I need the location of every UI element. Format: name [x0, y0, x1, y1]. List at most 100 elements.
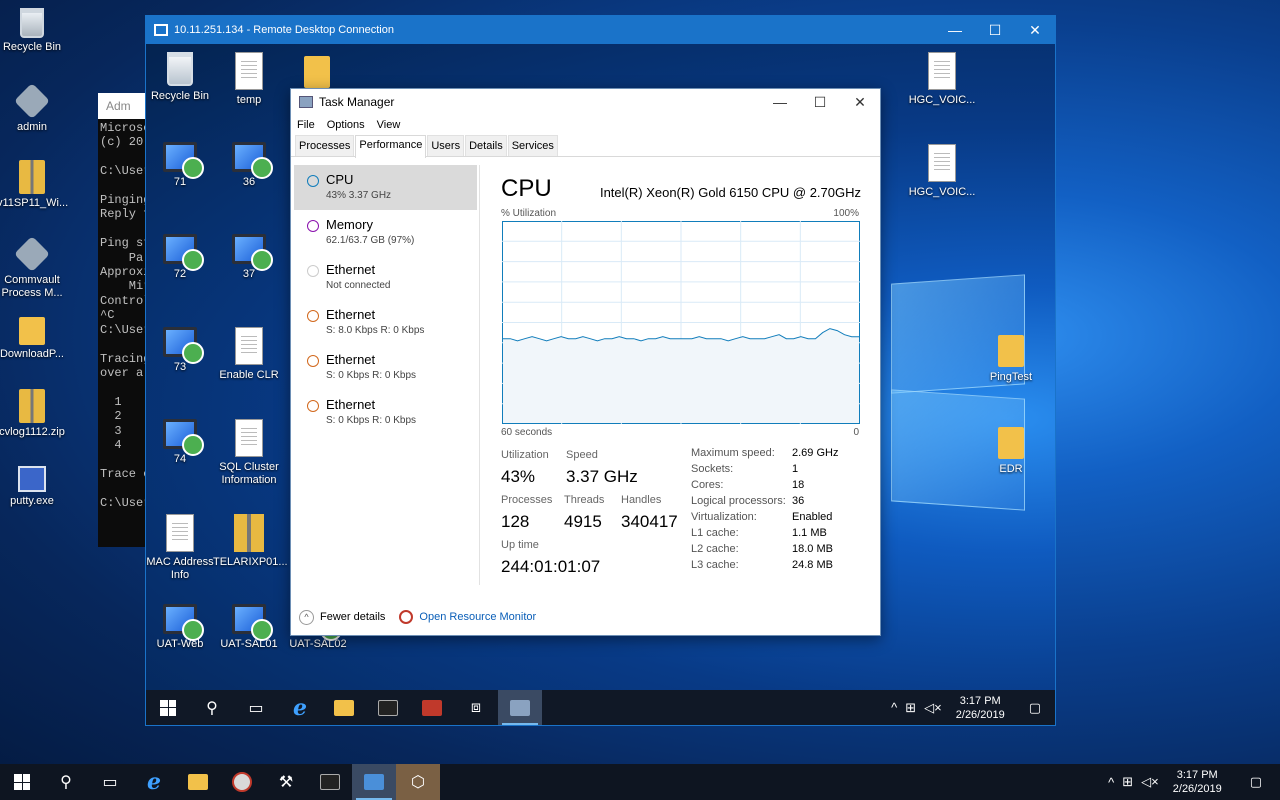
desktop-icon-cvlog[interactable]: cvlog1112.zip: [0, 389, 67, 439]
remote-icon-label: Enable CLR: [219, 369, 279, 381]
taskbar-file-explorer[interactable]: [176, 764, 220, 800]
remote-icon-enable-clr[interactable]: Enable CLR: [213, 327, 285, 382]
open-resource-monitor-link[interactable]: Open Resource Monitor: [419, 611, 536, 623]
folder-icon: [998, 427, 1024, 459]
minimize-button[interactable]: —: [760, 89, 800, 115]
taskbar-app-red[interactable]: [410, 690, 454, 725]
remote-icon-edr[interactable]: EDR: [975, 423, 1047, 476]
task-view-button[interactable]: ▭: [234, 690, 278, 725]
resource-detail: Not connected: [326, 280, 391, 291]
resource-ethernet-1[interactable]: Ethernet Not connected: [294, 255, 477, 300]
chevron-up-icon[interactable]: ^: [299, 609, 314, 625]
remote-icon-71[interactable]: 71: [146, 142, 216, 189]
close-button[interactable]: ✕: [840, 89, 880, 115]
network-status-icon[interactable]: ⊞: [901, 700, 920, 716]
taskbar-app-circle[interactable]: [220, 764, 264, 800]
taskbar-ie[interactable]: e: [278, 690, 322, 725]
tab-details[interactable]: Details: [465, 135, 507, 156]
file-explorer-icon: [334, 699, 354, 716]
tab-services[interactable]: Services: [507, 135, 558, 156]
remote-icon-pingtest[interactable]: PingTest: [975, 331, 1047, 384]
task-manager-window[interactable]: Task Manager — ☐ ✕ File Options View Pro…: [290, 88, 881, 636]
rdp-titlebar[interactable]: 10.11.251.134 - Remote Desktop Connectio…: [146, 16, 1055, 44]
stat-uptime: Up time 244:01:01:07: [501, 539, 600, 577]
remote-icon-36[interactable]: 36: [213, 142, 285, 189]
remote-clock[interactable]: 3:17 PM 2/26/2019: [946, 694, 1015, 722]
remote-icon-37[interactable]: 37: [213, 234, 285, 281]
start-button[interactable]: [146, 690, 190, 725]
menu-view[interactable]: View: [377, 119, 401, 131]
menu-options[interactable]: Options: [327, 119, 365, 131]
taskbar-task-manager[interactable]: [498, 690, 542, 725]
remote-icon-hgc-voic-2[interactable]: HGC_VOIC...: [906, 144, 978, 199]
folder-icon: [19, 317, 45, 345]
tab-processes[interactable]: Processes: [295, 135, 355, 156]
panel-divider: [479, 165, 480, 585]
menu-file[interactable]: File: [297, 119, 315, 131]
resource-list: CPU 43% 3.37 GHz Memory 62.1/63.7 GB (97…: [294, 165, 477, 435]
volume-muted-icon[interactable]: ◁×: [920, 700, 946, 716]
chevron-up-icon[interactable]: ^: [887, 700, 901, 715]
resource-ethernet-4[interactable]: Ethernet S: 0 Kbps R: 0 Kbps: [294, 390, 477, 435]
remote-icon-recycle-bin[interactable]: Recycle Bin: [146, 52, 216, 103]
taskbar-remote-desktop[interactable]: [352, 764, 396, 800]
remote-icon-label: 72: [173, 268, 187, 280]
taskbar-ie[interactable]: e: [132, 764, 176, 800]
remote-icon-uat-web[interactable]: UAT-Web: [146, 604, 216, 651]
notification-icon[interactable]: ▢: [1232, 774, 1280, 790]
remote-taskbar: ⚲ ▭ e ⧈ ^ ⊞ ◁× 3:17 PM 2/26/2019 ▢: [146, 690, 1055, 725]
ethernet-ring-icon: [307, 355, 319, 367]
resource-detail: S: 8.0 Kbps R: 0 Kbps: [326, 325, 425, 336]
fewer-details-button[interactable]: Fewer details: [320, 611, 385, 623]
ethernet-ring-icon: [307, 265, 319, 277]
remote-icon-mac-address[interactable]: MAC Address Info: [146, 514, 216, 582]
tab-performance[interactable]: Performance: [355, 135, 427, 158]
spec-row: Maximum speed: 2.69 GHz: [691, 447, 838, 463]
recycle-bin-icon: [167, 52, 193, 86]
chevron-up-icon[interactable]: ^: [1104, 775, 1118, 790]
tab-users[interactable]: Users: [427, 135, 465, 156]
task-view-button[interactable]: ▭: [88, 764, 132, 800]
remote-icon-uat-sal01[interactable]: UAT-SAL01: [213, 604, 285, 651]
desktop-icon-admin[interactable]: admin: [0, 82, 67, 134]
resource-cpu[interactable]: CPU 43% 3.37 GHz: [294, 165, 477, 210]
taskbar-cmd[interactable]: [308, 764, 352, 800]
remote-icon-telarixp[interactable]: TELARIXP01...: [213, 514, 288, 569]
resource-ethernet-3[interactable]: Ethernet S: 0 Kbps R: 0 Kbps: [294, 345, 477, 390]
notification-icon[interactable]: ▢: [1015, 700, 1055, 716]
taskbar-package-app[interactable]: ⬡: [396, 764, 440, 800]
remote-icon-73[interactable]: 73: [146, 327, 216, 374]
desktop-icon-recycle-bin[interactable]: Recycle Bin: [0, 8, 67, 54]
desktop-icon-putty[interactable]: putty.exe: [0, 466, 67, 508]
remote-icon-74[interactable]: 74: [146, 419, 216, 466]
host-clock[interactable]: 3:17 PM 2/26/2019: [1163, 768, 1232, 796]
close-button[interactable]: ✕: [1015, 16, 1055, 44]
network-status-icon[interactable]: ⊞: [1118, 774, 1137, 790]
remote-icon-72[interactable]: 72: [146, 234, 216, 281]
desktop-icon-downloadp[interactable]: DownloadP...: [0, 313, 67, 361]
remote-icon-hgc-voic-1[interactable]: HGC_VOIC...: [906, 52, 978, 107]
remote-time: 3:17 PM: [959, 694, 1001, 707]
desktop-icon-v11sp11[interactable]: v11SP11_Wi...: [0, 160, 68, 210]
search-button[interactable]: ⚲: [190, 690, 234, 725]
stat-utilization: Utilization 43%: [501, 449, 549, 487]
desktop-icon-commvault[interactable]: Commvault Process M...: [0, 235, 67, 300]
minimize-button[interactable]: —: [935, 16, 975, 44]
task-manager-titlebar[interactable]: Task Manager — ☐ ✕: [291, 89, 880, 115]
resource-memory[interactable]: Memory 62.1/63.7 GB (97%): [294, 210, 477, 255]
remote-icon-folder[interactable]: [281, 52, 353, 92]
remote-icon-sql-cluster[interactable]: SQL Cluster Information: [213, 419, 285, 487]
cpu-heading: CPU: [501, 175, 552, 202]
document-icon: [928, 144, 956, 182]
volume-muted-icon[interactable]: ◁×: [1137, 774, 1163, 790]
taskbar-tools[interactable]: ⚒: [264, 764, 308, 800]
maximize-button[interactable]: ☐: [975, 16, 1015, 44]
resource-ethernet-2[interactable]: Ethernet S: 8.0 Kbps R: 0 Kbps: [294, 300, 477, 345]
start-button[interactable]: [0, 764, 44, 800]
taskbar-cmd[interactable]: [366, 690, 410, 725]
search-button[interactable]: ⚲: [44, 764, 88, 800]
maximize-button[interactable]: ☐: [800, 89, 840, 115]
remote-icon-temp[interactable]: temp: [213, 52, 285, 107]
taskbar-file-explorer[interactable]: [322, 690, 366, 725]
taskbar-network-app[interactable]: ⧈: [454, 690, 498, 725]
